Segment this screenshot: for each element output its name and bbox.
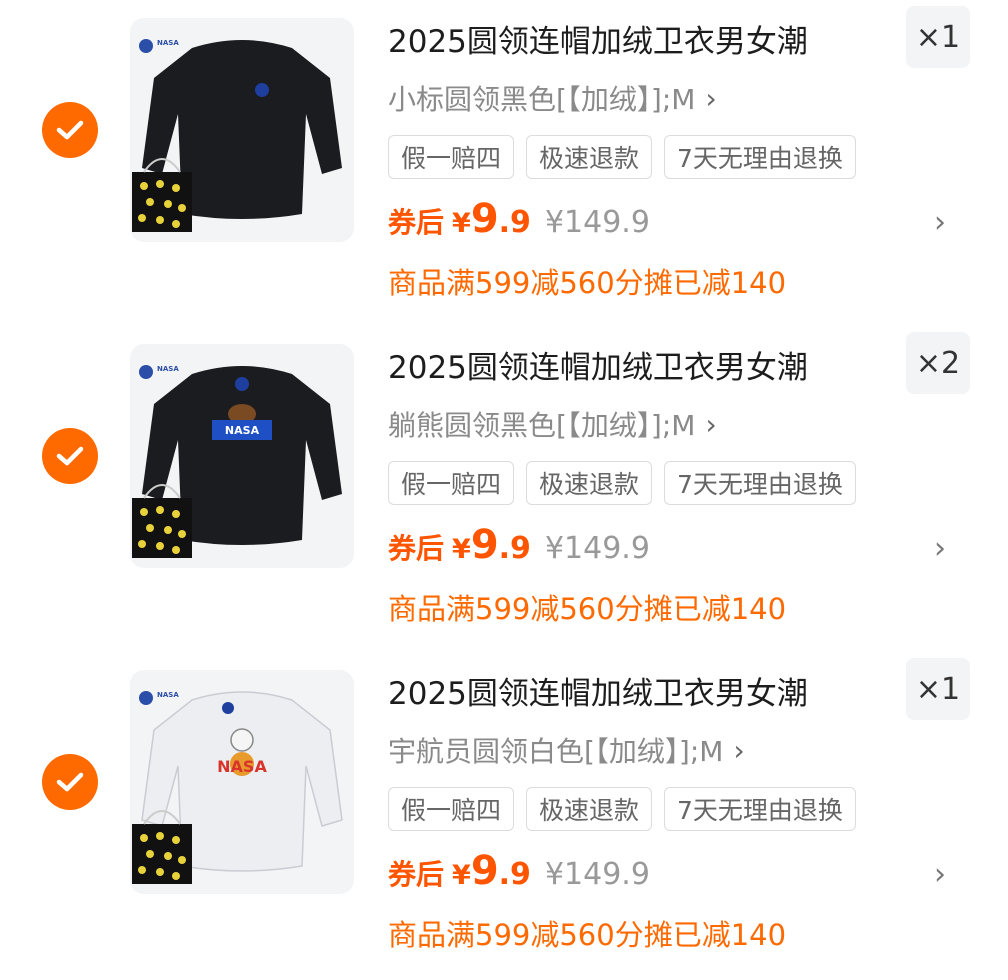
chevron-right-icon[interactable]: ›	[934, 531, 946, 566]
product-title[interactable]: 2025圆领连帽加绒卫衣男女潮	[388, 668, 808, 713]
price-decimal: .9	[498, 531, 531, 566]
promo-text: 商品满599减560分摊已减140	[388, 266, 787, 300]
service-tags: 假一赔四 极速退款 7天无理由退换	[388, 135, 856, 179]
currency-symbol: ¥	[452, 860, 471, 891]
currency-symbol: ¥	[452, 534, 471, 565]
tag-seven-day-return: 7天无理由退换	[664, 787, 856, 831]
original-price: ¥149.9	[544, 857, 650, 892]
original-price: ¥149.9	[544, 531, 650, 566]
price-integer: 9	[470, 522, 499, 568]
price-decimal: .9	[498, 857, 531, 892]
chevron-right-icon[interactable]: ›	[934, 857, 946, 892]
tag-seven-day-return: 7天无理由退换	[664, 461, 856, 505]
brand-print-text: NASA	[225, 424, 260, 437]
price-label: 券后	[388, 206, 445, 239]
tag-fast-refund: 极速退款	[526, 787, 653, 831]
price: 券后 ¥ 9 .9 ¥149.9	[388, 196, 650, 242]
chevron-right-icon: ›	[705, 81, 717, 115]
chevron-right-icon[interactable]: ›	[934, 205, 946, 240]
quantity-badge[interactable]: ×1	[906, 658, 970, 720]
cart-item: NASA NASA 2025圆领连帽加绒卫衣男女潮 ×1 宇航员圆领白色[【加绒…	[0, 652, 1008, 978]
service-tags: 假一赔四 极速退款 7天无理由退换	[388, 461, 856, 505]
cart-item: NASA NASA 2025圆领连帽加绒卫衣男女潮 ×2 躺熊圆领黑色[【加绒】…	[0, 326, 1008, 652]
sku-label: 小标圆领黑色[【加绒】];M	[388, 83, 696, 116]
sku-selector[interactable]: 小标圆领黑色[【加绒】];M ›	[388, 78, 717, 118]
price-label: 券后	[388, 532, 445, 565]
brand-logo-text: NASA	[157, 691, 179, 699]
tag-fake-compensation: 假一赔四	[388, 787, 515, 831]
tag-fake-compensation: 假一赔四	[388, 135, 515, 179]
tag-seven-day-return: 7天无理由退换	[664, 135, 856, 179]
chevron-right-icon: ›	[705, 407, 717, 441]
chevron-right-icon: ›	[733, 733, 745, 767]
price-integer: 9	[470, 196, 499, 242]
tag-fast-refund: 极速退款	[526, 461, 653, 505]
brand-print-text: NASA	[217, 757, 267, 776]
tag-fake-compensation: 假一赔四	[388, 461, 515, 505]
price-label: 券后	[388, 858, 445, 891]
product-image[interactable]: NASA NASA	[130, 344, 354, 568]
service-tags: 假一赔四 极速退款 7天无理由退换	[388, 787, 856, 831]
promo-text: 商品满599减560分摊已减140	[388, 918, 787, 952]
price-integer: 9	[470, 848, 499, 894]
sku-selector[interactable]: 宇航员圆领白色[【加绒】];M ›	[388, 730, 745, 770]
currency-symbol: ¥	[452, 208, 471, 239]
price-decimal: .9	[498, 205, 531, 240]
product-title[interactable]: 2025圆领连帽加绒卫衣男女潮	[388, 342, 808, 387]
product-image[interactable]: NASA NASA	[130, 670, 354, 894]
tag-fast-refund: 极速退款	[526, 135, 653, 179]
sku-selector[interactable]: 躺熊圆领黑色[【加绒】];M ›	[388, 404, 717, 444]
sku-label: 宇航员圆领白色[【加绒】];M	[388, 735, 724, 768]
checkbox-checked-icon[interactable]	[42, 428, 98, 484]
price: 券后 ¥ 9 .9 ¥149.9	[388, 522, 650, 568]
quantity-badge[interactable]: ×2	[906, 332, 970, 394]
sku-label: 躺熊圆领黑色[【加绒】];M	[388, 409, 696, 442]
brand-logo-text: NASA	[157, 365, 179, 373]
product-image[interactable]: NASA	[130, 18, 354, 242]
checkbox-checked-icon[interactable]	[42, 754, 98, 810]
product-title[interactable]: 2025圆领连帽加绒卫衣男女潮	[388, 16, 808, 61]
original-price: ¥149.9	[544, 205, 650, 240]
brand-logo-text: NASA	[157, 39, 179, 47]
quantity-badge[interactable]: ×1	[906, 6, 970, 68]
cart-item: NASA 2025圆领连帽加绒卫衣男女潮 ×1 小标圆领黑色[【加绒】];M ›…	[0, 0, 1008, 326]
price: 券后 ¥ 9 .9 ¥149.9	[388, 848, 650, 894]
cart-list: NASA 2025圆领连帽加绒卫衣男女潮 ×1 小标圆领黑色[【加绒】];M ›…	[0, 0, 1008, 980]
checkbox-checked-icon[interactable]	[42, 102, 98, 158]
promo-text: 商品满599减560分摊已减140	[388, 592, 787, 626]
